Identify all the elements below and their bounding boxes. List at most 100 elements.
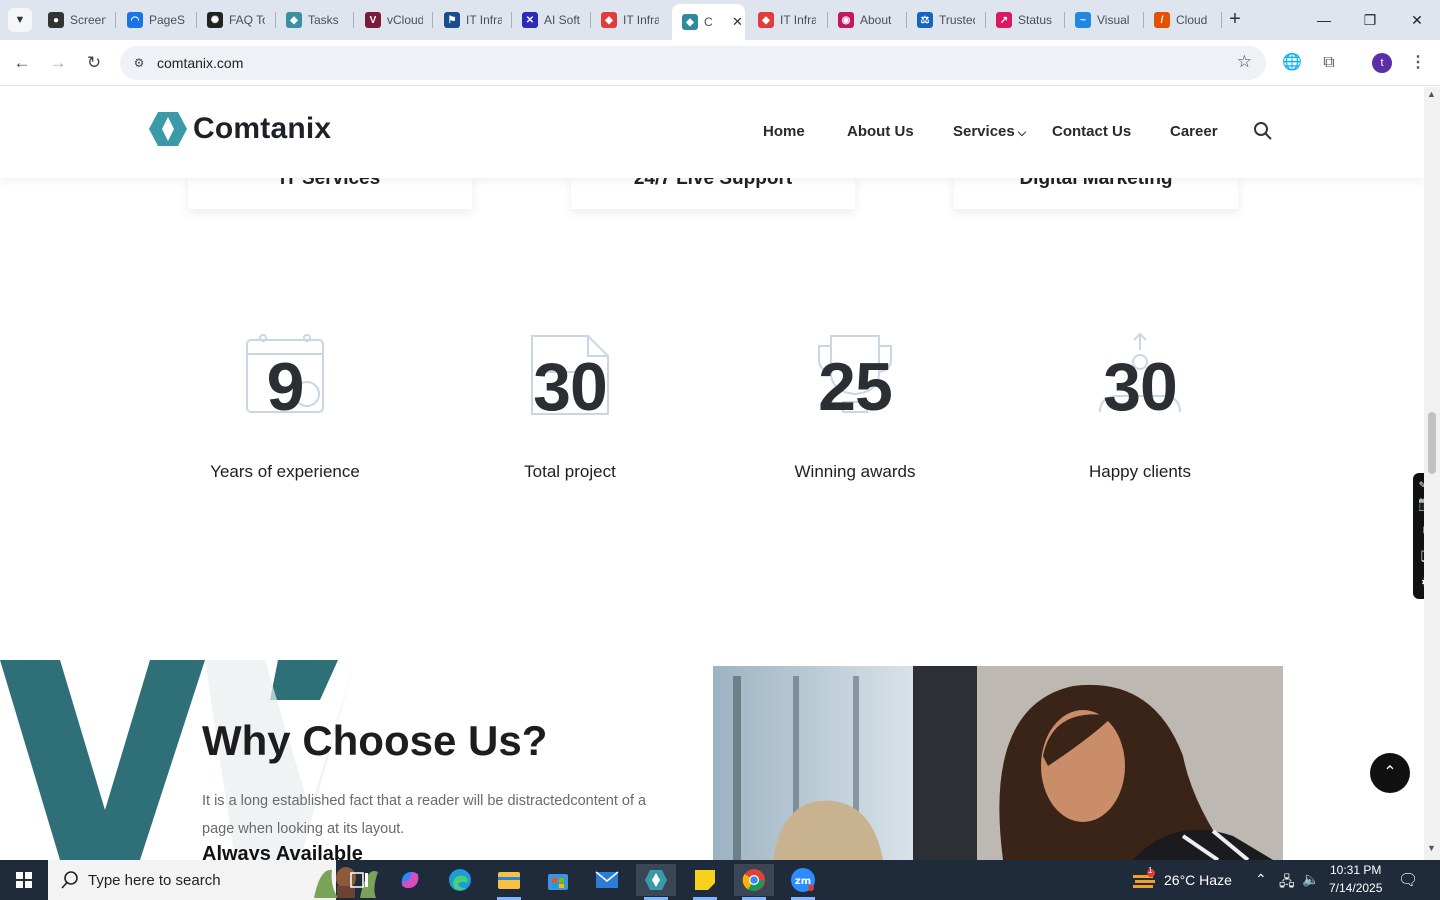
tab-search-button[interactable]: ▼ (8, 8, 32, 32)
mail-icon[interactable] (587, 864, 627, 896)
bookmark-star-icon[interactable]: ☆ (1237, 52, 1252, 72)
copilot-icon[interactable] (390, 864, 430, 896)
browser-toolbar: ← → ↻ ⚙ comtanix.com ☆ 🌐 ⧉ t ⋮ (0, 40, 1440, 86)
scroll-down-arrow-icon[interactable]: ▼ (1427, 843, 1436, 853)
tab-comtanix-active[interactable]: ◆ C ✕ (672, 4, 745, 40)
tab-divider (432, 12, 433, 28)
service-card[interactable]: Digital Marketing (954, 168, 1238, 209)
restore-icon[interactable]: ❐ (1355, 8, 1385, 32)
sticky-notes-icon[interactable] (685, 864, 725, 900)
tab-title: Status (1018, 13, 1053, 27)
cloud-brand-icon: / (1154, 12, 1170, 28)
tab-title: Trusted (939, 13, 975, 27)
nav-about-us[interactable]: About Us (847, 123, 914, 140)
tab-tasks[interactable]: ◆ Tasks (276, 6, 352, 34)
tab-about[interactable]: ◉ About (828, 6, 906, 34)
chrome-icon[interactable] (734, 864, 774, 900)
pulse-icon: ~ (1075, 12, 1091, 28)
network-icon[interactable]: 🖧 (1279, 871, 1295, 895)
translate-globe-icon[interactable]: 🌐 (1280, 51, 1304, 75)
zoom-icon[interactable]: zm (783, 864, 823, 900)
nav-career[interactable]: Career (1170, 123, 1218, 140)
stat-label: Total project (524, 462, 616, 481)
it-infra-icon: ⚑ (444, 12, 460, 28)
tab-title: Cloud (1176, 13, 1208, 27)
tab-pagespeed[interactable]: ◠ PageSpeed (117, 6, 195, 34)
url-text[interactable]: comtanix.com (157, 55, 243, 71)
tab-it-infra-1[interactable]: ⚑ IT Infra (434, 6, 510, 34)
tab-cloud[interactable]: / Cloud (1144, 6, 1220, 34)
clock-date[interactable]: 7/14/2025 (1329, 881, 1382, 895)
edge-browser-icon[interactable] (440, 864, 480, 896)
notifications-icon[interactable]: 🗨 (1398, 870, 1418, 890)
reload-icon[interactable]: ↻ (81, 50, 107, 76)
windows-start-icon[interactable] (0, 860, 48, 900)
page-viewport: IT Services 24/7 Live Support Digital Ma… (0, 87, 1424, 860)
minimize-icon[interactable]: — (1309, 8, 1339, 32)
stat-number: 30 (533, 349, 608, 425)
pagespeed-icon: ◠ (127, 12, 143, 28)
service-card[interactable]: 24/7 Live Support (571, 168, 855, 209)
tab-faq[interactable]: ✺ FAQ Tool (197, 6, 275, 34)
new-tab-button[interactable]: + (1224, 8, 1246, 30)
extensions-icon[interactable]: ⧉ (1317, 51, 1341, 75)
tab-close-icon[interactable]: ✕ (732, 14, 743, 30)
it-infra-red-icon: ◆ (758, 12, 774, 28)
openai-icon: ✺ (207, 12, 223, 28)
tab-it-infra-2[interactable]: ◆ IT Infra (591, 6, 669, 34)
windows-taskbar: Type here to search zm 1 26°C Haze ⌃ 🖧 🔈… (0, 860, 1440, 900)
scroll-up-arrow-icon[interactable]: ▲ (1427, 89, 1436, 99)
tab-divider (1221, 12, 1222, 28)
address-bar[interactable]: ⚙ comtanix.com ☆ (120, 46, 1266, 80)
tab-screencast[interactable]: ● Screencast (38, 6, 114, 34)
tab-title: C (704, 15, 713, 29)
comtanix-favicon-icon: ◆ (682, 14, 698, 30)
weather-badge: 1 (1148, 866, 1153, 875)
profile-avatar[interactable]: t (1372, 53, 1392, 73)
back-icon[interactable]: ← (9, 50, 35, 76)
taskbar-search-box[interactable]: Type here to search (48, 860, 378, 900)
site-settings-icon[interactable]: ⚙ (130, 54, 148, 72)
nav-services-label: Services (953, 123, 1015, 140)
window-close-icon[interactable]: ✕ (1402, 8, 1432, 32)
tab-it-infra-3[interactable]: ◆ IT Infra (748, 6, 826, 34)
volume-icon[interactable]: 🔈 (1302, 871, 1319, 888)
microsoft-store-icon[interactable] (538, 864, 578, 896)
nav-contact-us[interactable]: Contact Us (1052, 123, 1131, 140)
service-card[interactable]: IT Services (188, 168, 472, 209)
tab-vcloud[interactable]: V vCloud (355, 6, 431, 34)
tab-title: FAQ Tool (229, 13, 265, 27)
forward-icon[interactable]: → (45, 50, 71, 76)
stat-label: Winning awards (794, 462, 916, 481)
search-icon[interactable] (1253, 121, 1273, 141)
nav-home[interactable]: Home (763, 123, 805, 140)
tab-visual[interactable]: ~ Visual (1065, 6, 1143, 34)
section-title: Why Choose Us? (202, 717, 548, 764)
tab-title: AI Soft (544, 13, 580, 27)
stat-label: Happy clients (1088, 462, 1192, 481)
chevron-down-icon: ⌵ (1017, 127, 1027, 139)
task-view-icon[interactable] (340, 864, 380, 896)
tab-title: Tasks (308, 13, 339, 27)
nav-services[interactable]: Services ⌵ (953, 123, 1026, 140)
site-logo-text[interactable]: Comtanix (193, 112, 331, 146)
scales-icon: ⚖ (917, 12, 933, 28)
weather-text[interactable]: 26°C Haze (1164, 872, 1232, 888)
scrollbar-thumb[interactable] (1428, 412, 1436, 474)
comtanix-logo-icon[interactable] (149, 112, 187, 146)
comtanix-app-icon[interactable] (636, 864, 676, 900)
clock-time[interactable]: 10:31 PM (1330, 863, 1381, 877)
file-explorer-icon[interactable] (489, 864, 529, 900)
search-icon (61, 871, 78, 889)
scroll-to-top-button[interactable]: ⌃ (1370, 753, 1410, 793)
ai-soft-icon: ✕ (522, 12, 538, 28)
tab-ai-soft[interactable]: ✕ AI Soft (512, 6, 590, 34)
page-scrollbar[interactable]: ▲ ▼ (1424, 87, 1440, 860)
tab-status[interactable]: ↗ Status (986, 6, 1064, 34)
capture-toolbar: ✎… 📷 ■ ❏ ⚙ (1413, 473, 1424, 599)
vcloud-icon: V (365, 12, 381, 28)
chevron-up-icon[interactable]: ⌃ (1255, 871, 1267, 888)
tasks-icon: ◆ (286, 12, 302, 28)
tab-trusted[interactable]: ⚖ Trusted (907, 6, 985, 34)
browser-menu-icon[interactable]: ⋮ (1406, 51, 1430, 75)
